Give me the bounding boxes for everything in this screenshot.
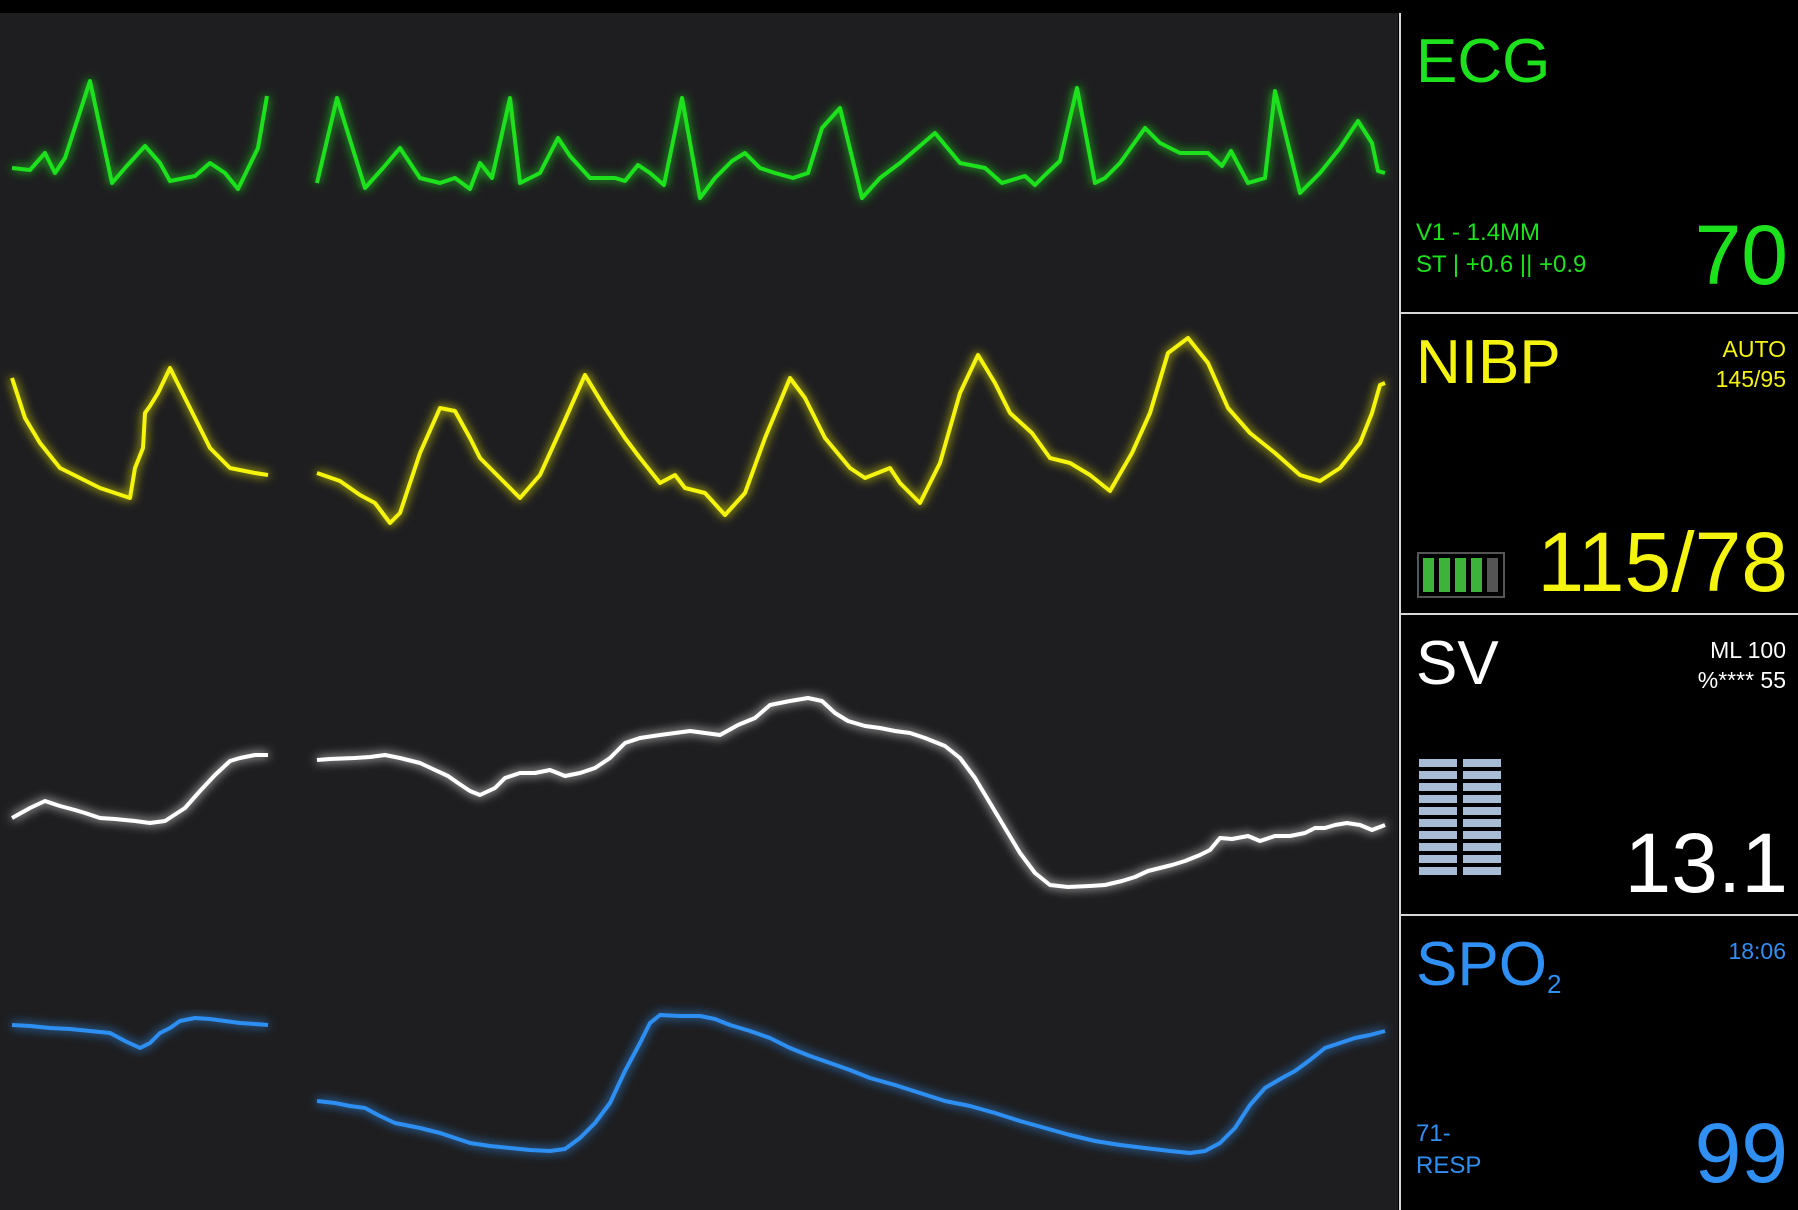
waveforms-svg <box>10 79 1386 1155</box>
sv-value: 13.1 <box>1624 816 1789 910</box>
spo2-label-main: SPO <box>1416 930 1547 999</box>
nibp-wave-segment-2 <box>316 336 1386 525</box>
spo2-time: 18:06 <box>1728 938 1786 964</box>
ecg-label: ECG <box>1416 27 1551 96</box>
spo2-label-subscript: 2 <box>1546 969 1562 999</box>
sv-label: SV <box>1416 629 1499 698</box>
resp-value: 71- <box>1416 1120 1451 1147</box>
nibp-details: AUTO 145/95 <box>1716 334 1786 394</box>
spo2-wave-segment-1 <box>11 1016 269 1050</box>
spo2-resp: 71- RESP <box>1416 1118 1481 1182</box>
ecg-lead: V1 - 1.4MM <box>1416 219 1541 246</box>
waveform-area <box>0 13 1398 1210</box>
ecg-wave-segment-2 <box>315 86 1386 200</box>
nibp-value: 115/78 <box>1537 515 1788 609</box>
sv-wave-segment-1 <box>11 753 268 825</box>
sv-line2: %**** 55 <box>1697 667 1786 693</box>
spo2-waveform <box>11 1013 1386 1155</box>
battery-icon <box>1417 552 1505 603</box>
ecg-panel[interactable]: ECG V1 - 1.4MM ST | +0.6 || +0.9 70 <box>1401 13 1798 314</box>
ecg-st: ST | +0.6 || +0.9 <box>1416 251 1587 278</box>
sv-line1: ML 100 <box>1710 637 1786 663</box>
bar-gauge-icon <box>1417 757 1505 890</box>
nibp-waveform <box>10 336 1386 525</box>
nibp-last: 145/95 <box>1715 366 1786 392</box>
nibp-mode: AUTO <box>1722 336 1786 362</box>
sv-wave-segment-2 <box>316 696 1386 889</box>
resp-label: RESP <box>1416 1152 1482 1179</box>
nibp-panel[interactable]: NIBP AUTO 145/95 115/78 <box>1401 314 1798 615</box>
sv-details: ML 100 %**** 55 <box>1698 635 1786 695</box>
nibp-wave-segment-1 <box>10 366 269 500</box>
ecg-waveform <box>11 79 1386 200</box>
sv-panel[interactable]: SV ML 100 %**** 55 13.1 <box>1401 615 1798 916</box>
ecg-value: 70 <box>1694 208 1788 302</box>
spo2-panel[interactable]: SPO2 18:06 71- RESP 99 <box>1401 916 1798 1210</box>
ecg-wave-segment-1 <box>11 79 269 191</box>
vitals-sidebar: ECG V1 - 1.4MM ST | +0.6 || +0.9 70 NIBP… <box>1399 13 1798 1210</box>
ecg-details: V1 - 1.4MM ST | +0.6 || +0.9 <box>1416 217 1586 281</box>
sv-waveform <box>11 696 1386 889</box>
spo2-wave-segment-2 <box>316 1013 1386 1155</box>
spo2-label: SPO2 <box>1416 934 1562 999</box>
nibp-label: NIBP <box>1416 328 1561 397</box>
spo2-value: 99 <box>1694 1106 1788 1200</box>
